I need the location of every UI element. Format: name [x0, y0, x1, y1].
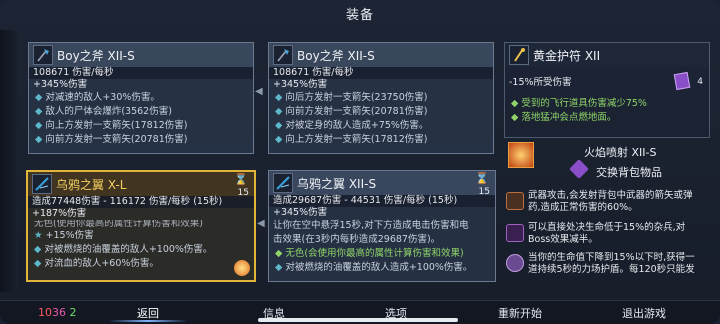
- active-indicator: [108, 320, 188, 322]
- cooldown-count: 15: [237, 188, 249, 198]
- left-edge: [0, 30, 18, 292]
- swap-icon[interactable]: [569, 159, 589, 179]
- item-effect: ◆ 对被定身的敌人造成+75%伤害。: [275, 120, 429, 131]
- amulet-icon: [509, 45, 529, 65]
- skill-desc-row: 武器攻击,会发射背包中武器的箭矢或弹药,造成正常伤害的60%。: [506, 190, 702, 214]
- card-header: Boy之斧 XII-S: [29, 43, 253, 67]
- item-effect: ◆ 向前方发射一支箭矢(20781伤害): [35, 134, 188, 145]
- item-effect: ◆ 向上方发射一支箭矢(17812伤害): [275, 134, 428, 145]
- item-effect: ◆ 对被燃烧的油覆盖的敌人造成+100%伤害。: [275, 262, 473, 273]
- compare-arrow-icon: ◀: [255, 86, 263, 97]
- scroll-icon: [673, 71, 691, 91]
- weapon-card-new[interactable]: Boy之斧 XII-S 108671 伤害/每秒 +345%伤害 ◆ 向后方发射一…: [268, 42, 494, 154]
- scroll-count: 4: [697, 77, 703, 87]
- item-effect: ◆ 对减速的敌人+30%伤害。: [35, 92, 160, 103]
- skill-desc-row: 当你的生命值下降到15%以下时,获得一道持续5秒的力场护盾。每120秒只能发: [506, 252, 702, 286]
- axe-icon: [273, 45, 293, 65]
- cooldown-count: 15: [478, 187, 490, 197]
- card-header: 乌鸦之翼 XII-S: [269, 171, 495, 195]
- restart-button[interactable]: 重新开始: [488, 305, 552, 321]
- item-bonus: +187%伤害: [32, 208, 87, 219]
- item-buff: ★ +15%伤害: [34, 230, 94, 241]
- item-effect: ◆ 敌人的尸体会爆炸(3562伤害): [35, 106, 172, 117]
- quit-game-button[interactable]: 退出游戏: [612, 305, 676, 321]
- item-desc-line: 击效果(在3秒内每秒造成29687伤害)。: [273, 234, 441, 245]
- item-dps: 造成29687伤害 - 44531 伤害/每秒 (15秒): [269, 195, 495, 207]
- secondary-weapon-card-selected[interactable]: 乌鸦之翼 X-L ⌛ 15 造成77448伤害 - 116172 伤害/每秒 (…: [26, 170, 256, 282]
- page-title: 装备: [345, 8, 374, 23]
- item-effect: ◆ 对流血的敌人+60%伤害。: [34, 258, 159, 269]
- weapon-card-current[interactable]: Boy之斧 XII-S 108671 伤害/每秒 +345%伤害 ◆ 对减速的敌人…: [28, 42, 254, 154]
- card-header: 黄金护符 XII: [505, 43, 709, 67]
- item-name: Boy之斧 XII-S: [57, 48, 135, 63]
- skill-desc-row: 可以直接处决生命低于15%的杂兵,对Boss效果减半。: [506, 222, 702, 246]
- item-effect: ◆ 受到的飞行道具伤害减少75%: [511, 98, 647, 109]
- arrow-skill-icon: [506, 192, 524, 210]
- item-effect: ◆ 向前方发射一支箭矢(20781伤害): [275, 106, 428, 117]
- back-button[interactable]: 返回: [128, 305, 168, 321]
- item-bonus: +345%伤害: [33, 79, 88, 90]
- item-effect: ◆ 向上方发射一支箭矢(17812伤害): [35, 120, 188, 131]
- hourglass-icon: ⌛: [475, 172, 489, 185]
- item-name: 乌鸦之翼 X-L: [56, 177, 127, 192]
- equipment-screen: 装备 Boy之斧 XII-S 108671 伤害/每秒 +345%伤害 ◆ 对减速…: [0, 0, 720, 324]
- item-name: 乌鸦之翼 XII-S: [297, 176, 377, 191]
- item-effect-cut: 无色(使用你最高的属性计算伤害和效果): [34, 220, 203, 229]
- item-effect: ◆ 落地猛冲会点燃地面。: [511, 112, 617, 123]
- item-dps: 造成77448伤害 - 116172 伤害/每秒 (15秒): [28, 196, 254, 208]
- item-name: Boy之斧 XII-S: [297, 48, 375, 63]
- resource-counter: 1036 2: [38, 306, 77, 319]
- item-name: 黄金护符 XII: [533, 48, 601, 63]
- item-bonus: +345%伤害: [273, 207, 328, 218]
- card-header: Boy之斧 XII-S: [269, 43, 493, 67]
- skill-name: 火焰喷射 XII-S: [584, 146, 657, 159]
- amulet-card[interactable]: 黄金护符 XII 4 -15%所受伤害 ◆ 受到的飞行道具伤害减少75% ◆ 落地猛…: [504, 42, 710, 138]
- card-header: 乌鸦之翼 X-L: [28, 172, 254, 196]
- execute-skill-icon: [506, 224, 524, 242]
- secondary-weapon-card-new[interactable]: 乌鸦之翼 XII-S ⌛ 15 造成29687伤害 - 44531 伤害/每秒 …: [268, 170, 496, 282]
- swap-backpack-button[interactable]: 交换背包物品: [596, 164, 662, 180]
- fire-orb-icon: [234, 260, 250, 276]
- item-dps: 108671 伤害/每秒: [269, 67, 493, 79]
- skill-icon: [508, 142, 534, 168]
- item-effect: ◆ 无色(会使用你最高的属性计算伤害和效果): [275, 248, 464, 259]
- crow-wing-icon: [273, 173, 293, 193]
- hourglass-icon: ⌛: [234, 173, 248, 186]
- item-desc-line: 让你在空中悬浮15秒,对下方造成电击伤害和电: [273, 220, 469, 231]
- axe-icon: [33, 45, 53, 65]
- home-indicator[interactable]: [258, 318, 458, 322]
- item-effect: ◆ 向后方发射一支箭矢(23750伤害): [275, 92, 428, 103]
- crow-wing-icon: [32, 174, 52, 194]
- shield-skill-icon: [506, 254, 524, 272]
- item-effect: ◆ 对被燃烧的油覆盖的敌人+100%伤害。: [34, 244, 213, 255]
- item-dps: 108671 伤害/每秒: [29, 67, 253, 79]
- item-bonus: +345%伤害: [273, 79, 328, 90]
